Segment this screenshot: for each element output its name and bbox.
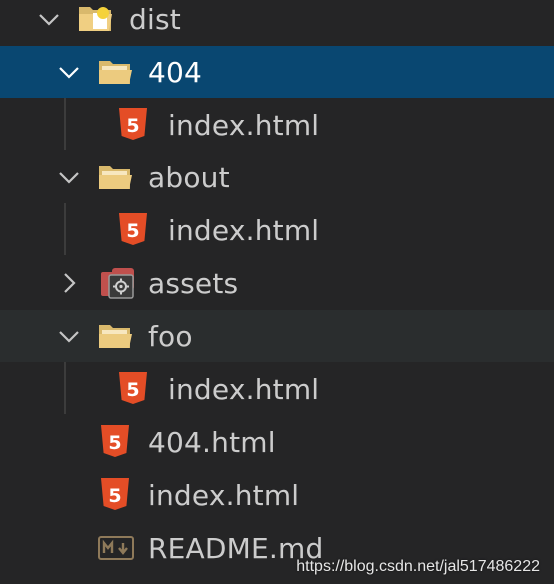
tree-item-index-html[interactable]: 5 index.html <box>0 469 554 521</box>
svg-text:5: 5 <box>126 115 139 137</box>
tree-item-about-folder[interactable]: about <box>0 151 554 203</box>
tree-item-label: dist <box>129 2 181 36</box>
markdown-icon <box>98 536 134 560</box>
svg-text:5: 5 <box>108 485 121 507</box>
tree-item-label: index.html <box>168 108 320 142</box>
folder-open-icon <box>99 325 132 348</box>
tree-item-dist[interactable]: dist <box>0 0 554 45</box>
html5-icon: 5 <box>119 372 147 404</box>
svg-text:5: 5 <box>126 379 139 401</box>
svg-text:5: 5 <box>126 220 139 242</box>
chevron-down-icon[interactable] <box>56 164 82 190</box>
watermark-text: https://blog.csdn.net/jal517486222 <box>296 558 540 575</box>
folder-open-icon <box>99 61 132 84</box>
html5-icon: 5 <box>101 425 129 457</box>
tree-item-404-folder[interactable]: 404 <box>0 46 554 98</box>
folder-open-dist-icon <box>79 7 112 31</box>
tree-item-404-html[interactable]: 5 404.html <box>0 416 554 468</box>
tree-item-about-index-html[interactable]: 5 index.html <box>0 204 554 256</box>
svg-text:5: 5 <box>108 432 121 454</box>
tree-item-foo-folder[interactable]: foo <box>0 310 554 362</box>
html5-icon: 5 <box>101 478 129 510</box>
tree-item-label: index.html <box>168 213 320 247</box>
chevron-down-icon[interactable] <box>36 6 62 32</box>
file-explorer-tree: dist 404 5 index.html about 5 index.html… <box>0 0 554 584</box>
tree-item-label: about <box>148 160 230 194</box>
chevron-down-icon[interactable] <box>56 59 82 85</box>
chevron-right-icon[interactable] <box>56 270 82 296</box>
html5-icon: 5 <box>119 108 147 140</box>
assets-folder-icon <box>101 268 134 299</box>
chevron-down-icon[interactable] <box>56 323 82 349</box>
tree-item-foo-index-html[interactable]: 5 index.html <box>0 363 554 415</box>
tree-item-label: index.html <box>148 478 300 512</box>
tree-item-label: 404 <box>148 55 203 89</box>
tree-item-404-index-html[interactable]: 5 index.html <box>0 99 554 151</box>
tree-item-label: foo <box>148 319 193 353</box>
tree-item-label: index.html <box>168 372 320 406</box>
tree-item-label: assets <box>148 266 239 300</box>
tree-item-label: 404.html <box>148 425 276 459</box>
folder-open-icon <box>99 166 132 189</box>
html5-icon: 5 <box>119 213 147 245</box>
tree-item-assets-folder[interactable]: assets <box>0 257 554 309</box>
